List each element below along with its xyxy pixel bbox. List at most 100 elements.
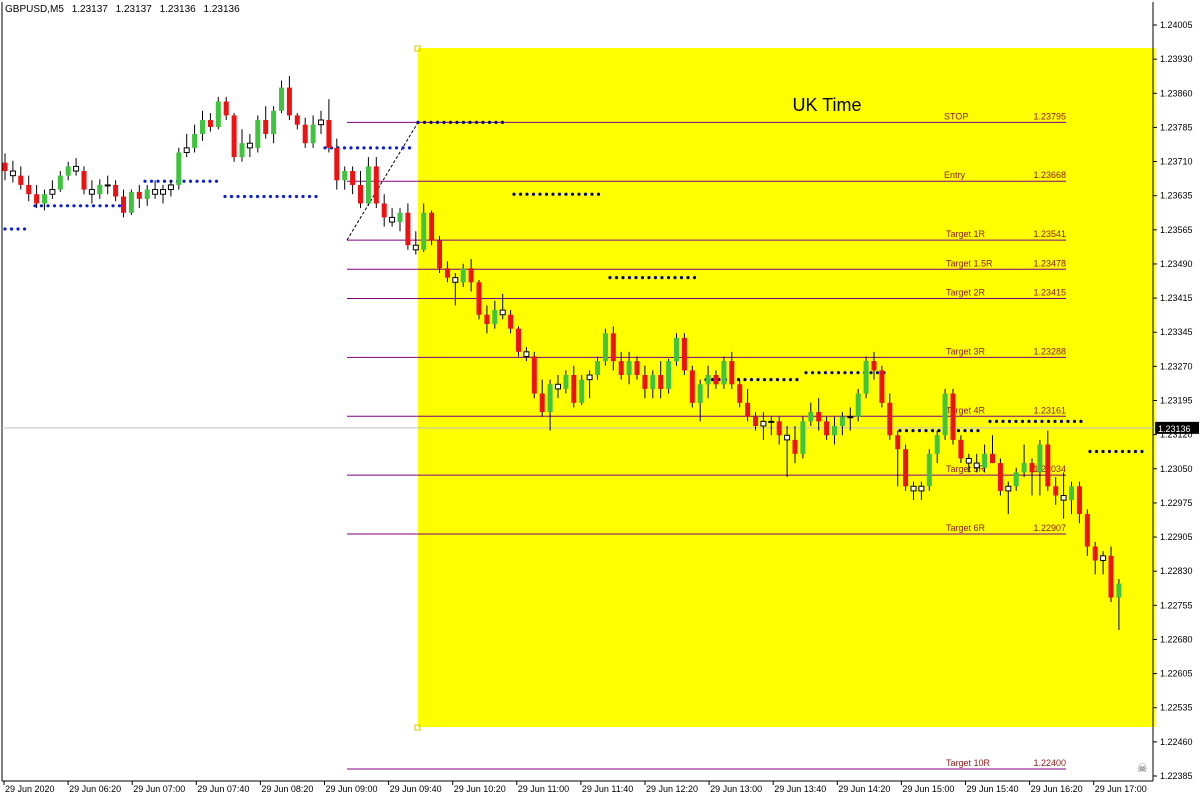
y-tick-label: 1.23930 <box>1160 54 1193 64</box>
candle-body <box>958 439 964 459</box>
y-tick-label: 1.22535 <box>1160 703 1193 713</box>
indicator-dot <box>564 192 568 196</box>
indicator-dot <box>525 192 529 196</box>
indicator-dot <box>930 429 935 433</box>
indicator-dot <box>229 194 234 199</box>
candle-body <box>2 162 8 172</box>
candle-body <box>1116 583 1122 598</box>
indicator-dot <box>288 194 292 199</box>
indicator-dot <box>1101 449 1105 454</box>
candle-body <box>121 196 126 213</box>
y-tick-label: 1.22755 <box>1160 600 1193 610</box>
y-tick-label: 1.22830 <box>1160 566 1193 576</box>
indicator-dot <box>749 378 754 382</box>
x-tick-label: 29 Jun 09:40 <box>390 784 442 794</box>
indicator-dot <box>455 120 459 124</box>
candle-body <box>816 412 822 422</box>
indicator-dot <box>249 194 253 199</box>
chart-corner-icon: ☠ <box>1137 761 1148 775</box>
indicator-dot <box>1007 419 1012 423</box>
indicator-dot <box>1094 449 1099 454</box>
y-tick-label: 1.23490 <box>1160 259 1193 269</box>
y-tick-label: 1.23345 <box>1160 327 1193 337</box>
x-tick-label: 29 Jun 11:00 <box>518 784 569 794</box>
indicator-dot <box>85 204 89 208</box>
candle-body <box>342 171 348 181</box>
candle-body <box>681 337 687 371</box>
candle-body <box>192 133 198 148</box>
indicator-dot <box>608 276 612 280</box>
y-tick-label: 1.23635 <box>1160 191 1193 201</box>
candle-body <box>1053 486 1059 496</box>
indicator-dot <box>1053 419 1057 423</box>
candle-body <box>792 439 798 454</box>
candle-body <box>365 166 371 204</box>
candle-body <box>705 375 711 385</box>
indicator-dot <box>1127 449 1131 454</box>
indicator-dot <box>963 429 967 433</box>
candle-body <box>626 361 632 376</box>
indicator-dot <box>1027 419 1031 423</box>
candle-body <box>713 375 719 385</box>
indicator-dot <box>294 194 299 199</box>
candle-body <box>1045 444 1051 487</box>
candle-body <box>674 337 679 362</box>
indicator-dot <box>673 276 677 280</box>
candle-body <box>800 421 806 454</box>
candle-body <box>397 212 403 223</box>
indicator-dot <box>149 179 154 183</box>
indicator-dot <box>22 227 27 231</box>
indicator-dot <box>1072 419 1077 423</box>
indicator-dot <box>1014 419 1018 423</box>
candle-body <box>334 147 340 181</box>
candle-body <box>302 124 308 144</box>
candle-body <box>26 184 32 195</box>
level-label: Entry <box>944 170 966 180</box>
indicator-dot <box>275 194 279 199</box>
indicator-dot <box>156 179 160 183</box>
candle-body <box>200 120 205 134</box>
candle-body <box>579 379 585 403</box>
x-tick-label: 29 Jun 16:20 <box>1031 784 1083 794</box>
indicator-dot <box>830 371 834 375</box>
candle-body <box>508 314 514 329</box>
candle-body <box>215 101 221 127</box>
y-tick-label: 1.23565 <box>1160 225 1193 235</box>
candle-body <box>223 101 229 116</box>
indicator-dot <box>817 371 821 375</box>
candle-body <box>879 370 885 403</box>
indicator-dot <box>1114 449 1118 454</box>
candle-body <box>246 142 253 149</box>
candle-body <box>1092 546 1098 561</box>
x-tick-label: 29 Jun 10:20 <box>454 784 506 794</box>
indicator-dot <box>500 120 505 124</box>
level-label: Target 3R <box>946 346 986 356</box>
candle-body <box>784 434 791 441</box>
candle-body <box>950 393 956 440</box>
indicator-dot <box>1120 449 1125 454</box>
indicator-dot <box>429 120 433 124</box>
candle-body <box>721 361 727 385</box>
candle-body <box>982 453 988 468</box>
candle-body <box>421 212 427 250</box>
candle-body <box>531 356 537 394</box>
indicator-dot <box>1107 449 1112 454</box>
indicator-dot <box>988 419 992 423</box>
y-tick-label: 1.22975 <box>1160 498 1193 508</box>
x-tick-label: 29 Jun 13:00 <box>710 784 762 794</box>
x-tick-label: 29 Jun 06:20 <box>69 784 121 794</box>
indicator-dot <box>323 146 327 150</box>
indicator-dot <box>596 192 601 196</box>
candle-body <box>271 110 277 134</box>
candle-body <box>104 184 111 187</box>
candle-body <box>1069 486 1074 501</box>
candle-body <box>1037 444 1043 473</box>
indicator-dot <box>242 194 247 199</box>
indicator-dot <box>869 371 873 375</box>
x-tick-label: 29 Jun 09:00 <box>326 784 378 794</box>
y-tick-label: 1.23195 <box>1160 396 1193 406</box>
indicator-dot <box>937 429 941 433</box>
y-tick-label: 1.22905 <box>1160 532 1193 542</box>
indicator-dot <box>756 378 760 382</box>
indicator-dot <box>538 192 542 196</box>
